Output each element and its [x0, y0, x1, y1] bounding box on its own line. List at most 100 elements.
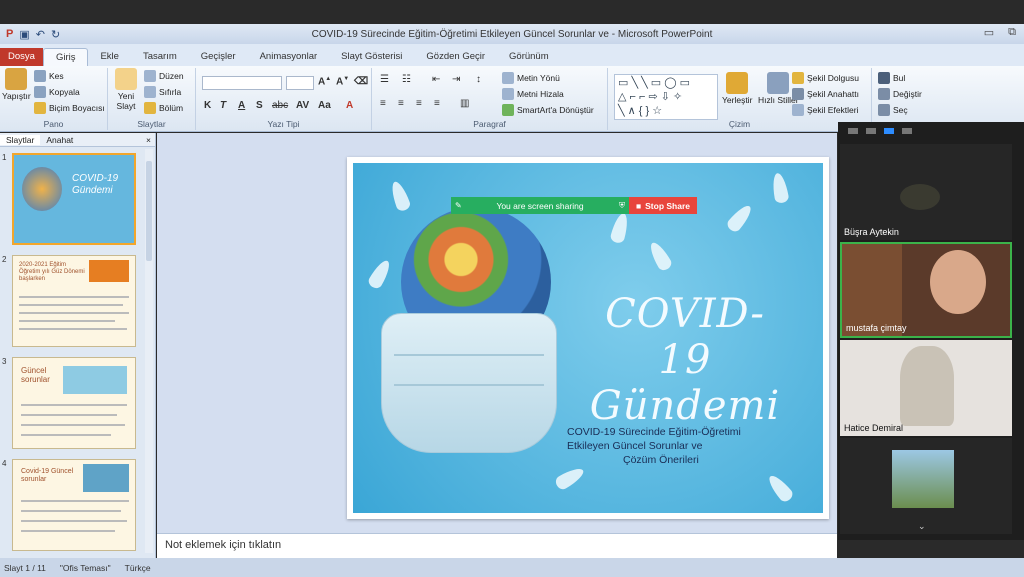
bullets-icon[interactable]: ☰	[380, 74, 389, 85]
group-label-clipboard: Pano	[43, 119, 64, 129]
thumbnail-title: 2020-2021 Eğitim Öğretim yılı Güz Dönemi…	[19, 262, 85, 282]
notes-field[interactable]: Not eklemek için tıklatın	[157, 533, 837, 558]
shape-outline-button[interactable]: Şekil Anahattı	[792, 88, 859, 100]
tab-home[interactable]: Giriş	[42, 48, 89, 66]
gallery-view-icon[interactable]	[866, 128, 876, 134]
leaf-decoration	[764, 472, 796, 504]
grid-view-icon[interactable]	[902, 128, 912, 134]
align-left-icon[interactable]: ≡	[380, 98, 386, 109]
ribbon-tab-row: Dosya Giriş Ekle Tasarım Geçişler Animas…	[0, 44, 1024, 66]
shape-effects-button[interactable]: Şekil Efektleri	[792, 104, 859, 116]
stop-icon: ■	[635, 200, 642, 211]
numbering-icon[interactable]: ☷	[402, 74, 411, 85]
font-name-select[interactable]	[202, 76, 282, 90]
group-clipboard: Yapıştır Kes Kopyala Biçim Boyacısı Pano	[0, 68, 108, 130]
shadow-button[interactable]: S	[256, 100, 263, 111]
align-text-button[interactable]: Metni Hizala	[502, 88, 564, 100]
increase-indent-icon[interactable]: ⇥	[452, 74, 460, 85]
tab-view[interactable]: Görünüm	[497, 48, 561, 66]
participant-tile[interactable]: ⌄	[840, 438, 1012, 534]
tab-insert[interactable]: Ekle	[88, 48, 130, 66]
tab-transitions[interactable]: Geçişler	[189, 48, 248, 66]
shapes-gallery[interactable]: ▭ ╲ ╲ ▭ ◯ ▭ △ ⌐ ⌐ ⇨ ⇩ ✧ ╲ ∧ { } ☆	[614, 74, 718, 120]
slide-number: 3	[2, 357, 7, 366]
tab-review[interactable]: Gözden Geçir	[414, 48, 497, 66]
align-center-icon[interactable]: ≡	[398, 98, 404, 109]
shape-fill-button[interactable]: Şekil Dolgusu	[792, 72, 859, 84]
new-slide-button[interactable]: Yeni Slayt	[112, 68, 140, 111]
align-right-icon[interactable]: ≡	[416, 98, 422, 109]
shrink-font-icon[interactable]: A▼	[336, 76, 349, 87]
italic-button[interactable]: T	[220, 100, 226, 111]
bold-button[interactable]: K	[204, 100, 211, 111]
slide-title-line: Gündemi	[589, 383, 781, 429]
language-indicator[interactable]: Türkçe	[125, 563, 151, 573]
chevron-down-icon[interactable]: ⌄	[918, 521, 926, 532]
copy-button[interactable]: Kopyala	[34, 86, 80, 98]
group-slides: Yeni Slayt Düzen Sıfırla Bölüm Slaytlar	[108, 68, 196, 130]
group-label-slides: Slaytlar	[137, 119, 166, 129]
tab-design[interactable]: Tasarım	[131, 48, 189, 66]
participant-video	[900, 346, 954, 426]
fill-bucket-icon	[792, 72, 804, 84]
line-spacing-icon[interactable]: ↕	[476, 74, 481, 85]
tab-outline[interactable]: Anahat	[40, 135, 79, 145]
participant-tile[interactable]: Hatice Demiral	[840, 340, 1012, 436]
close-icon[interactable]: ×	[140, 135, 155, 145]
participant-video	[930, 250, 986, 314]
slide-thumbnail-4[interactable]: Covid-19 Güncel sorunlar	[12, 459, 136, 551]
font-color-button[interactable]: A	[346, 100, 353, 111]
text-direction-icon	[502, 72, 514, 84]
decrease-indent-icon[interactable]: ⇤	[432, 74, 440, 85]
participant-tile[interactable]: mustafa çimtay	[840, 242, 1012, 338]
underline-button[interactable]: A	[238, 100, 245, 111]
text-direction-button[interactable]: Metin Yönü	[502, 72, 560, 84]
tab-slideshow[interactable]: Slayt Gösterisi	[329, 48, 414, 66]
scrollbar-thumb[interactable]	[146, 161, 152, 261]
quick-styles-icon	[767, 72, 790, 94]
leaf-decoration	[388, 179, 412, 213]
thumbnail-image	[63, 366, 127, 394]
columns-icon[interactable]: ▥	[460, 98, 469, 109]
minimize-icon[interactable]: ▭	[984, 26, 994, 39]
arrange-button[interactable]: Yerleştir	[722, 72, 752, 105]
slide-thumbnail-3[interactable]: Güncel sorunlar	[12, 357, 136, 449]
stop-share-label: Stop Share	[645, 200, 690, 211]
screen-sharing-status[interactable]: ✎ You are screen sharing ⛨	[451, 197, 629, 214]
char-spacing-button[interactable]: AV	[296, 100, 309, 111]
slides-pane-scrollbar[interactable]	[145, 149, 153, 553]
speaker-view-icon[interactable]	[884, 128, 894, 134]
section-button[interactable]: Bölüm	[144, 102, 183, 114]
find-button[interactable]: Bul	[878, 72, 905, 84]
minimize-panel-icon[interactable]	[848, 128, 858, 134]
slide-number: 1	[2, 153, 7, 162]
clear-format-icon[interactable]: ⌫	[354, 76, 368, 87]
change-case-button[interactable]: Aa	[318, 100, 331, 111]
font-size-select[interactable]	[286, 76, 314, 90]
reset-button[interactable]: Sıfırla	[144, 86, 181, 98]
layout-button[interactable]: Düzen	[144, 70, 184, 82]
slide-thumbnail-2[interactable]: 2020-2021 Eğitim Öğretim yılı Güz Dönemi…	[12, 255, 136, 347]
select-button[interactable]: Seç	[878, 104, 908, 116]
justify-icon[interactable]: ≡	[434, 98, 440, 109]
restore-icon[interactable]: ⧉	[1008, 26, 1016, 39]
group-paragraph: ☰ ☷ ⇤ ⇥ ↕ ≡ ≡ ≡ ≡ ▥ Metin Yönü Metni Hiz…	[372, 68, 608, 130]
format-painter-button[interactable]: Biçim Boyacısı	[34, 102, 105, 114]
slide-thumbnail-1[interactable]: COVID-19 Gündemi	[12, 153, 136, 245]
replace-button[interactable]: Değiştir	[878, 88, 922, 100]
tab-file[interactable]: Dosya	[0, 48, 43, 66]
participant-tile[interactable]: Büşra Aytekin	[840, 144, 1012, 240]
paste-button[interactable]: Yapıştır	[2, 68, 31, 101]
section-icon	[144, 102, 156, 114]
stop-share-button[interactable]: ■ Stop Share	[629, 197, 697, 214]
strikethrough-button[interactable]: abc	[272, 100, 288, 111]
status-bar: Slayt 1 / 11 "Ofis Teması" Türkçe	[0, 558, 1024, 577]
tab-animations[interactable]: Animasyonlar	[248, 48, 330, 66]
grow-font-icon[interactable]: A▲	[318, 76, 331, 87]
thumbnail-text-line	[19, 296, 129, 298]
slides-pane-tabs: Slaytlar Anahat ×	[0, 133, 155, 147]
leaf-decoration	[366, 257, 394, 291]
smartart-button[interactable]: SmartArt'a Dönüştür	[502, 104, 594, 116]
tab-slides[interactable]: Slaytlar	[0, 134, 41, 145]
cut-button[interactable]: Kes	[34, 70, 64, 82]
